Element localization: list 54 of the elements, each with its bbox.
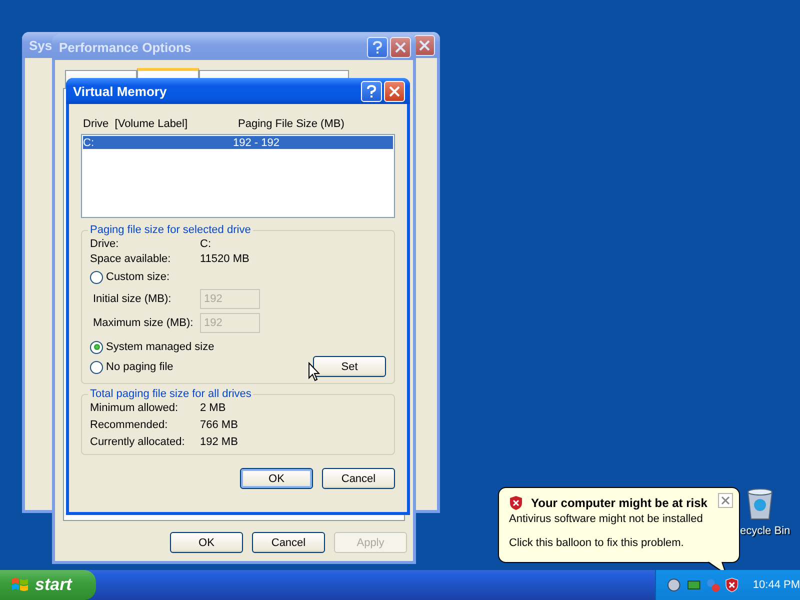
radio-label[interactable]: Custom size: [106, 271, 170, 283]
info-label: Space available: [90, 253, 172, 265]
drive-row[interactable]: C: 192 - 192 [83, 136, 393, 149]
dialog-button[interactable]: Cancel [322, 468, 395, 489]
info-value: 766 MB [200, 419, 239, 431]
radio-button[interactable] [90, 340, 103, 354]
shield-icon[interactable] [725, 577, 739, 593]
window-title: Performance Options [59, 40, 192, 54]
group-title: Total paging file size for all drives [89, 388, 252, 400]
help-button[interactable] [367, 36, 388, 58]
clock[interactable]: 10:44 PM [752, 579, 800, 591]
help-button[interactable] [361, 80, 382, 102]
close-icon [395, 42, 406, 52]
radio-button[interactable] [90, 270, 103, 284]
mouse-pointer-icon [308, 362, 320, 382]
windows-flag-icon [10, 576, 30, 594]
field-label: Maximum size (MB): [93, 317, 194, 329]
group-title: Paging file size for selected drive [89, 224, 252, 236]
info-value: 2 MB [200, 402, 227, 414]
info-label: Drive: [90, 238, 120, 250]
start-button[interactable]: start [0, 570, 96, 600]
radio-button[interactable] [90, 360, 103, 374]
drive-letter: C: [83, 136, 95, 148]
shield-icon [509, 495, 523, 511]
column-header: Paging File Size (MB) [238, 118, 346, 132]
help-icon [372, 40, 383, 54]
info-value: 192 MB [200, 436, 239, 448]
balloon-text: Click this balloon to fix this problem. [509, 537, 685, 549]
dialog-button[interactable]: Cancel [252, 532, 325, 553]
info-value: C: [200, 238, 212, 250]
balloon-text: Antivirus software might not be installed [509, 513, 704, 525]
column-header: Drive [Volume Label] [83, 118, 189, 132]
close-icon [721, 496, 730, 505]
close-button[interactable] [718, 493, 733, 508]
radio-label[interactable]: System managed size [106, 341, 214, 353]
window-title: Sys [29, 38, 52, 52]
desktop-icon-label[interactable]: ecycle Bin [740, 525, 790, 537]
info-label: Minimum allowed: [90, 402, 180, 414]
radio-label[interactable]: No paging file [106, 361, 174, 373]
notification-balloon[interactable]: Your computer might be at risk Antivirus software might not be installed Click this balloon to fix this problem. [498, 487, 740, 563]
field-label: Initial size (MB): [93, 293, 172, 305]
close-icon [389, 86, 400, 96]
balloon-title: Your computer might be at risk [531, 496, 708, 510]
dialog-button[interactable]: OK [240, 468, 313, 489]
info-value: 11520 MB [200, 253, 250, 265]
help-icon [366, 84, 377, 98]
set-button[interactable]: Set [313, 356, 386, 377]
dialog-button[interactable]: OK [170, 532, 243, 553]
paging-size: 192 - 192 [233, 136, 280, 148]
window-title: Virtual Memory [73, 84, 167, 98]
info-label: Recommended: [90, 419, 169, 431]
close-icon [419, 40, 430, 50]
info-label: Currently allocated: [90, 436, 186, 448]
recycle-bin-icon[interactable] [745, 487, 775, 521]
